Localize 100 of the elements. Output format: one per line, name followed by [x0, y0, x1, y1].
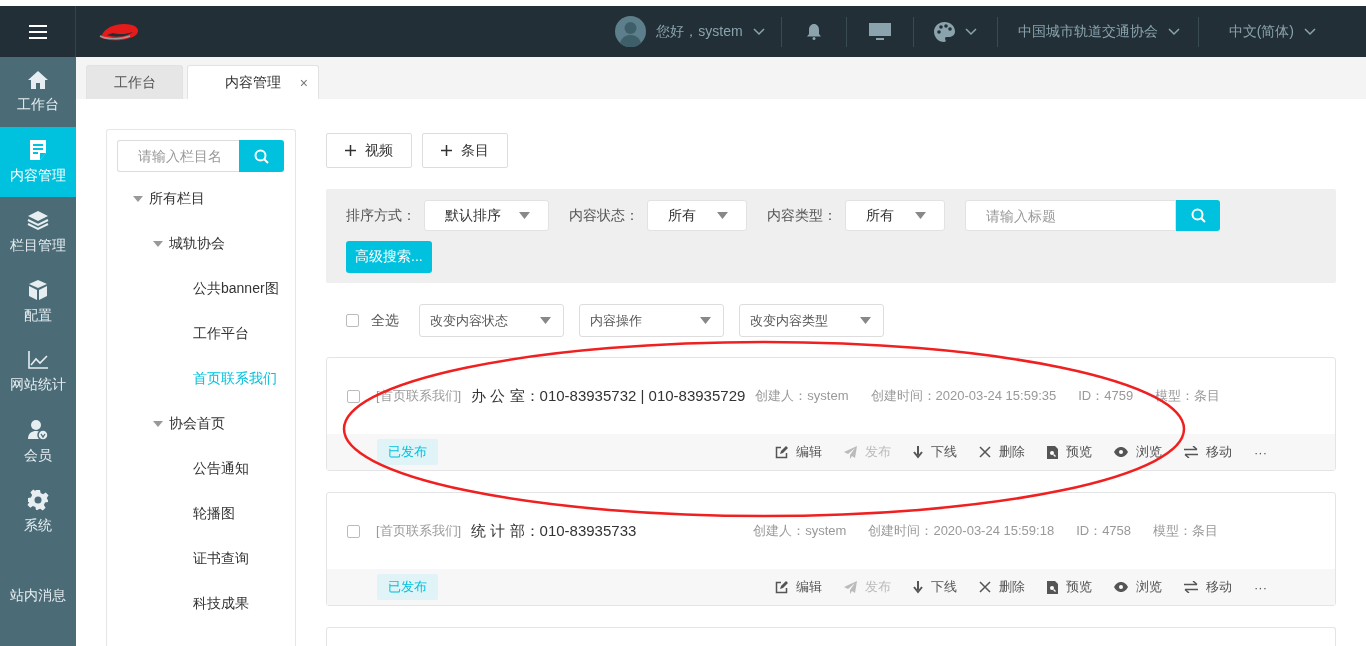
language-menu[interactable]: 中文(简体) [1197, 16, 1366, 47]
tree-node[interactable]: 工作平台 [193, 311, 285, 356]
view-action[interactable]: 浏览 [1114, 443, 1162, 461]
category-search-field[interactable]: 请输入栏目名 [117, 140, 239, 172]
batch-dropdown[interactable]: 改变内容状态 [419, 304, 564, 337]
sidebar-item[interactable]: 工作台 [0, 57, 76, 127]
tree-node[interactable]: 公共banner图 [193, 266, 285, 311]
move-action[interactable]: 移动 [1184, 578, 1232, 596]
monitor-icon [868, 22, 891, 41]
plus-icon [345, 145, 356, 156]
chevron-down-icon [1167, 27, 1180, 36]
edit-action[interactable]: 编辑 [775, 578, 822, 596]
tree-node[interactable]: 城轨协会 [153, 221, 285, 266]
batch-dropdown[interactable]: 改变内容类型 [739, 304, 884, 337]
content-title[interactable]: 办 公 室：010-83935732 | 010-83935729 [471, 386, 746, 406]
meta-text: 创建人：system [753, 522, 847, 540]
caret-down-icon [519, 212, 530, 219]
menu-icon [28, 24, 47, 39]
filter-label: 内容状态： [569, 206, 639, 225]
filter-label: 内容类型： [767, 206, 837, 225]
sidebar-item[interactable]: 网站统计 [0, 337, 76, 407]
eye-icon [1114, 582, 1128, 592]
swap-arrows-icon [1184, 446, 1198, 458]
file-search-icon [1047, 445, 1058, 459]
tree-node[interactable]: 所有栏目 [133, 176, 285, 221]
preview-action[interactable]: 预览 [1047, 578, 1092, 596]
move-action[interactable]: 移动 [1184, 443, 1232, 461]
title-search-field[interactable]: 请输入标题 [965, 200, 1176, 231]
tree-node[interactable]: 科技成果 [193, 581, 285, 626]
sidebar-item[interactable]: 栏目管理 [0, 197, 76, 267]
status-tag: 已发布 [377, 439, 438, 465]
chevron-down-icon [1304, 27, 1316, 36]
sidebar-item[interactable]: 系统 [0, 477, 76, 547]
tab[interactable]: 内容管理 × [187, 65, 319, 99]
edit-icon [775, 445, 788, 459]
meta-text: ID：4759 [1078, 387, 1134, 405]
add-button[interactable]: 条目 [422, 133, 508, 168]
user-check-icon [27, 419, 49, 441]
paper-plane-icon [844, 445, 857, 459]
caret-down-icon [133, 195, 143, 202]
caret-down-icon [700, 317, 711, 324]
sidebar-item[interactable]: 会员 [0, 407, 76, 477]
swap-arrows-icon [1184, 581, 1198, 593]
meta-text: 创建人：system [755, 387, 849, 405]
search-button[interactable] [1176, 200, 1220, 231]
close-icon [979, 446, 991, 458]
search-icon [1190, 208, 1206, 223]
view-action[interactable]: 浏览 [1114, 578, 1162, 596]
plus-icon [441, 145, 452, 156]
tab[interactable]: 工作台 [86, 65, 183, 99]
document-edit-icon [28, 139, 48, 161]
select-all-label: 全选 [371, 311, 399, 330]
status-tag: 已发布 [377, 574, 438, 600]
filter-dropdown[interactable]: 所有 [845, 200, 945, 231]
settings-icon [27, 489, 49, 511]
chevron-down-icon [752, 27, 765, 36]
sidebar-item[interactable]: 配置 [0, 267, 76, 337]
caret-down-icon [717, 212, 728, 219]
bell-icon [805, 23, 822, 40]
delete-action[interactable]: 删除 [979, 578, 1025, 596]
preview-action[interactable]: 预览 [1047, 443, 1092, 461]
caret-down-icon [540, 317, 551, 324]
tree-node[interactable]: 公告通知 [193, 446, 285, 491]
content-title[interactable]: 统 计 部：010-83935733 [471, 521, 744, 541]
home-icon [27, 70, 49, 90]
add-button[interactable]: 视频 [326, 133, 412, 168]
meta-text: 创建时间：2020-03-24 15:59:35 [870, 387, 1057, 405]
tree-node[interactable]: 轮播图 [193, 491, 285, 536]
sidebar-item[interactable]: 站内消息 [0, 561, 76, 631]
arrow-down-icon [913, 580, 923, 594]
offline-action[interactable]: 下线 [913, 443, 957, 461]
chevron-down-icon [964, 27, 977, 36]
checkbox[interactable] [346, 314, 359, 327]
palette-icon [933, 21, 955, 42]
organization-menu[interactable]: 中国城市轨道交通协会 [996, 16, 1198, 47]
arrow-down-icon [913, 445, 923, 459]
filter-dropdown[interactable]: 默认排序 [424, 200, 549, 231]
offline-action[interactable]: 下线 [913, 578, 957, 596]
delete-action[interactable]: 删除 [979, 443, 1025, 461]
batch-dropdown[interactable]: 内容操作 [579, 304, 724, 337]
search-button[interactable] [239, 140, 284, 172]
checkbox[interactable] [347, 524, 360, 538]
checkbox[interactable] [347, 389, 360, 403]
user-menu[interactable]: 您好，system [599, 16, 781, 47]
caret-down-icon [153, 420, 163, 427]
file-search-icon [1047, 580, 1058, 594]
cube-icon [28, 279, 48, 301]
close-icon [979, 581, 991, 593]
filter-dropdown[interactable]: 所有 [647, 200, 747, 231]
meta-text: ID：4758 [1076, 522, 1132, 540]
edit-action[interactable]: 编辑 [775, 443, 822, 461]
search-icon [254, 148, 269, 164]
filter-label: 排序方式： [346, 206, 416, 225]
more-action[interactable]: ··· [1254, 444, 1267, 460]
tree-node[interactable]: 协会首页 [153, 401, 285, 446]
paper-plane-icon [844, 580, 857, 594]
edit-icon [775, 580, 788, 594]
tree-node[interactable]: 证书查询 [193, 536, 285, 581]
more-action[interactable]: ··· [1254, 579, 1267, 595]
tab-close-button[interactable]: × [299, 74, 308, 91]
